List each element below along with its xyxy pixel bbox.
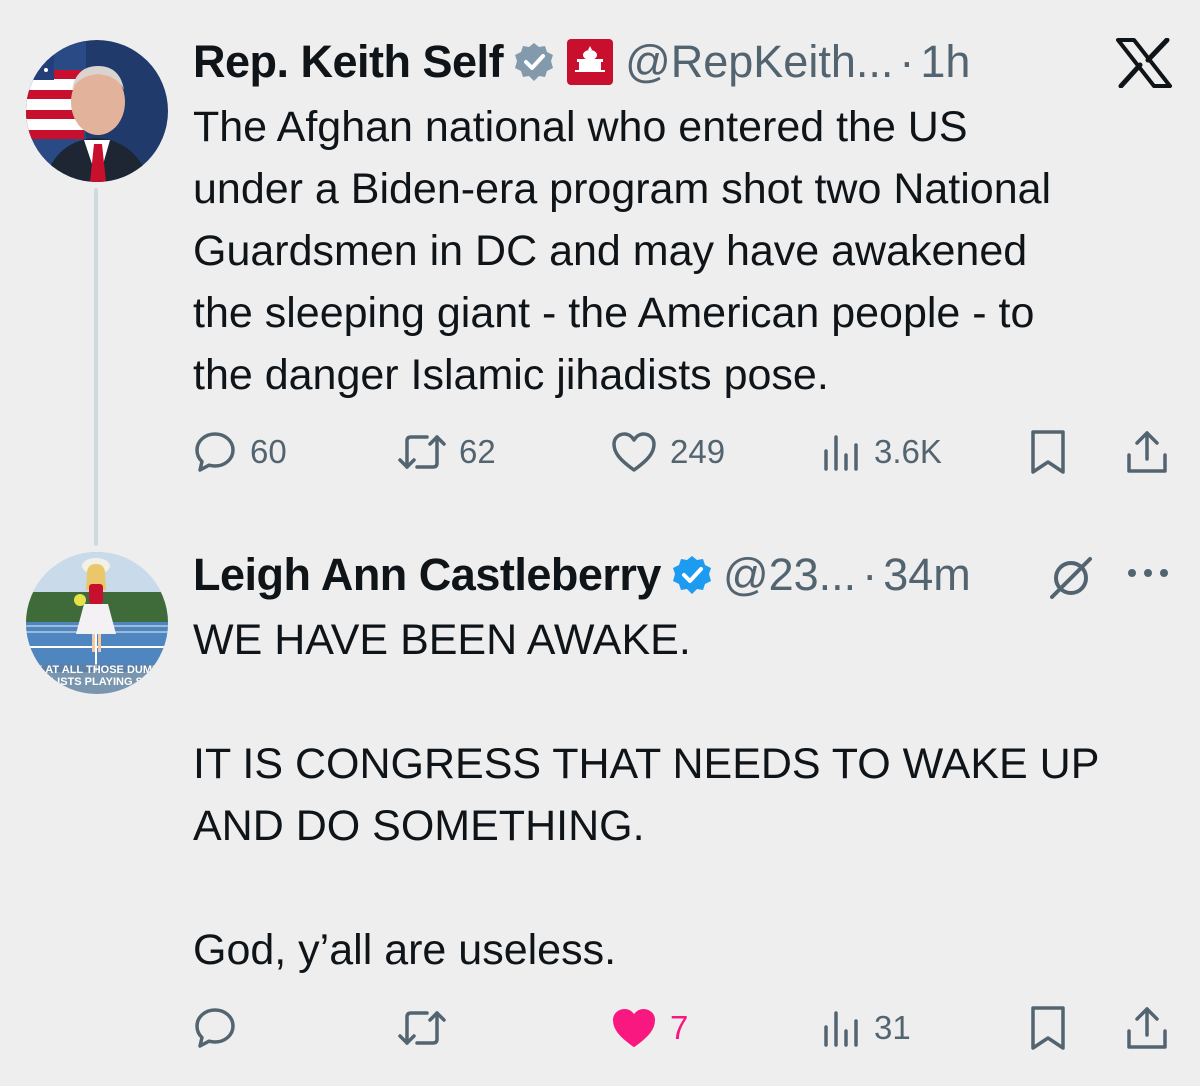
reply-button[interactable]: 60 bbox=[192, 422, 287, 482]
repost-button[interactable]: 62 bbox=[397, 422, 496, 482]
tweet1-text: The Afghan national who entered the US u… bbox=[193, 103, 1052, 399]
avatar-rep-keith-self[interactable] bbox=[26, 40, 168, 182]
repost-icon bbox=[398, 1011, 446, 1045]
views-count: 3.6K bbox=[874, 433, 942, 470]
like-count: 249 bbox=[670, 433, 726, 470]
author-handle[interactable]: @RepKeith... bbox=[625, 36, 893, 88]
more-icon[interactable] bbox=[1126, 563, 1170, 588]
share-icon bbox=[1127, 431, 1167, 473]
views-count: 31 bbox=[874, 1009, 911, 1046]
grok-icon[interactable] bbox=[1046, 553, 1096, 608]
share-icon bbox=[1127, 1007, 1167, 1049]
heart-icon bbox=[613, 1009, 655, 1047]
separator-dot: · bbox=[862, 549, 878, 600]
bookmark-icon bbox=[1031, 1006, 1065, 1050]
reply-icon bbox=[195, 1008, 235, 1048]
verified-badge-icon bbox=[513, 41, 555, 83]
reply-icon bbox=[195, 432, 235, 472]
tweet2-actions: 7 31 bbox=[192, 998, 1182, 1058]
views-icon bbox=[824, 435, 858, 471]
repost-button[interactable] bbox=[397, 998, 447, 1058]
share-button[interactable] bbox=[1124, 998, 1170, 1058]
thread-connector-line bbox=[94, 188, 98, 546]
house-gop-affiliate-icon[interactable] bbox=[565, 37, 615, 87]
bookmark-button[interactable] bbox=[1028, 422, 1068, 482]
avatar-caption: OK AT ALL THOSE DUMBA ALISTS PLAYING SO bbox=[26, 664, 168, 688]
verified-badge-icon bbox=[671, 554, 713, 596]
reply-button[interactable] bbox=[192, 998, 238, 1058]
share-button[interactable] bbox=[1124, 422, 1170, 482]
bookmark-button[interactable] bbox=[1028, 998, 1068, 1058]
heart-icon bbox=[612, 432, 656, 472]
tweet2-header: Leigh Ann Castleberry @23... · 34m bbox=[193, 545, 971, 605]
author-name[interactable]: Rep. Keith Self bbox=[193, 36, 504, 88]
views-button[interactable]: 3.6K bbox=[820, 422, 942, 482]
tweet1-actions: 60 62 249 3.6K bbox=[192, 422, 1182, 482]
reply-count: 60 bbox=[250, 433, 287, 470]
views-button[interactable]: 31 bbox=[820, 998, 911, 1058]
bookmark-icon bbox=[1031, 430, 1065, 474]
repost-icon bbox=[398, 435, 446, 469]
like-button[interactable]: 7 bbox=[610, 998, 688, 1058]
views-icon bbox=[824, 1011, 858, 1047]
author-handle[interactable]: @23... bbox=[723, 549, 856, 601]
separator-dot: · bbox=[899, 36, 915, 87]
like-count: 7 bbox=[670, 1009, 689, 1046]
like-button[interactable]: 249 bbox=[610, 422, 725, 482]
author-name[interactable]: Leigh Ann Castleberry bbox=[193, 549, 661, 601]
repost-count: 62 bbox=[459, 433, 496, 470]
x-logo-icon[interactable] bbox=[1115, 37, 1173, 93]
avatar-leigh-ann-castleberry[interactable]: OK AT ALL THOSE DUMBA ALISTS PLAYING SO bbox=[26, 552, 168, 694]
tweet1-header: Rep. Keith Self @RepKeith... · 1h bbox=[193, 32, 970, 92]
timestamp[interactable]: 1h bbox=[920, 36, 970, 88]
timestamp[interactable]: 34m bbox=[883, 549, 971, 601]
tweet2-text: WE HAVE BEEN AWAKE. IT IS CONGRESS THAT … bbox=[193, 616, 1100, 974]
